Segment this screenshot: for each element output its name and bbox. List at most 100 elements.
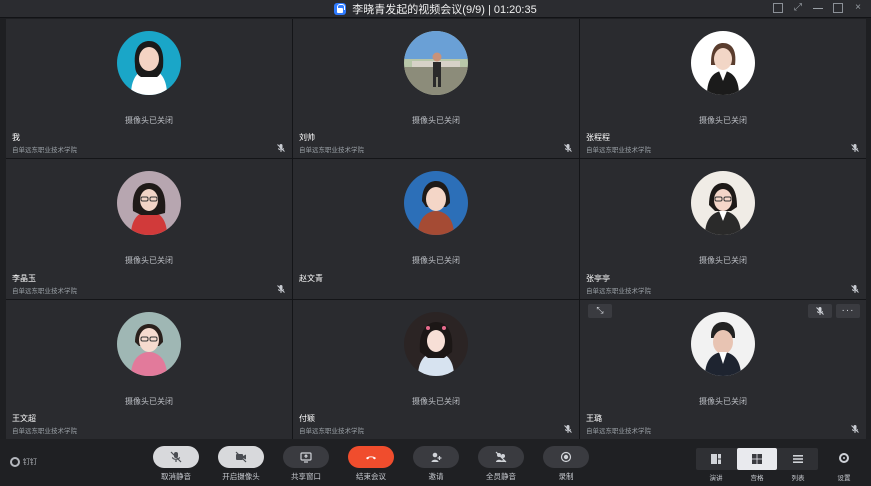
mic-muted-icon [276,284,286,294]
participant-tile[interactable]: 摄像头已关闭 付颖 自单远东职业技术学院 [293,299,579,439]
camera-off-status: 摄像头已关闭 [125,116,173,125]
layout-switcher [696,448,818,470]
mic-muted-icon [850,284,860,294]
end-meeting-button[interactable]: 结束会议 [348,446,394,484]
tile-more-button[interactable]: ··· [836,303,860,318]
mic-muted-icon [276,143,286,153]
camera-off-status: 摄像头已关闭 [412,116,460,125]
participant-tile[interactable]: 摄像头已关闭 张亭亭 自单远东职业技术学院 [580,159,866,299]
grid-view-icon [752,454,762,464]
camera-off-status: 摄像头已关闭 [125,396,173,406]
mute-all-label: 全员静音 [486,472,516,481]
end-meeting-label: 结束会议 [356,472,386,481]
record-label: 录制 [558,472,574,481]
brand: 钉钉 [10,457,37,467]
avatar [691,311,755,376]
settings-label: 设置 [837,475,851,482]
maximize-icon[interactable] [833,3,843,13]
participant-grid: 摄像头已关闭 我 自单远东职业技术学院 摄像头已关闭 刘帅 自单远东职业技术学院 [6,19,866,439]
fullscreen-icon[interactable]: ⤢ [793,3,803,13]
add-user-icon [431,452,442,462]
view-grid-button[interactable] [737,448,777,470]
participant-name: 张程程 [586,133,610,143]
speaker-view-icon [711,454,721,464]
invite-pill [413,446,459,468]
participant-org: 自单远东职业技术学院 [586,147,651,155]
view-grid-label: 宫格 [750,475,764,482]
participant-tile[interactable]: 摄像头已关闭 李晶玉 自单远东职业技术学院 [6,159,292,299]
record-pill [543,446,589,468]
participant-org: 自单远东职业技术学院 [12,287,77,295]
tile-tools: ··· [808,303,860,318]
title-bar: 李晓青发起的视频会议(9/9) | 01:20:35 ⤢ × [0,0,871,18]
gear-icon [839,453,849,463]
participant-name: 刘帅 [299,133,315,143]
share-window-button[interactable]: 共享窗口 [283,446,329,484]
camera-off-status: 摄像头已关闭 [699,396,747,406]
participant-org: 自单远东职业技术学院 [299,147,364,155]
avatar [404,31,468,95]
camera-off-status: 摄像头已关闭 [412,256,460,266]
dingtalk-logo-icon [10,457,20,467]
unmute-label: 取消静音 [161,472,191,481]
start-camera-button[interactable]: 开启摄像头 [218,446,264,484]
share-pill [283,446,329,468]
tile-expand-button[interactable]: ⤡ [588,303,612,318]
meeting-toolbar: 钉钉 取消静音 开启摄像头 共享窗口 结束会议 邀请 全员静音 录制 演讲 宫格… [0,439,871,486]
mic-muted-icon [563,424,573,434]
avatar [691,171,755,236]
avatar [404,171,468,236]
avatar [691,31,755,95]
participant-name: 李晶玉 [12,273,36,283]
start-camera-label: 开启摄像头 [222,472,260,481]
mute-all-pill [478,446,524,468]
lock-icon [334,3,347,15]
record-icon [560,451,572,463]
expand-icon: ⤡ [596,305,604,316]
list-view-icon [793,455,803,463]
participant-org: 自单远东职业技术学院 [586,287,651,295]
window-controls: ⤢ × [773,3,863,13]
participant-name: 王文超 [12,413,36,423]
view-speaker-label: 演讲 [709,475,723,482]
avatar [404,311,468,376]
camera-off-status: 摄像头已关闭 [125,256,173,266]
tile-mic-button[interactable] [808,303,832,318]
more-icon: ··· [841,304,855,316]
participant-name: 张亭亭 [586,273,610,283]
share-window-label: 共享窗口 [291,472,321,481]
record-button[interactable]: 录制 [543,446,589,484]
minimize-icon[interactable] [813,3,823,13]
window-title: 李晓青发起的视频会议(9/9) | 01:20:35 [352,4,537,16]
invite-button[interactable]: 邀请 [413,446,459,484]
mic-muted-icon [170,451,182,463]
participant-tile[interactable]: ⤡ ··· 摄像头已关闭 王璐 自单远东职业技术学院 [580,299,866,439]
mic-muted-icon [850,143,860,153]
participant-tile[interactable]: 摄像头已关闭 刘帅 自单远东职业技术学院 [293,19,579,159]
participant-name: 付颖 [299,413,315,423]
camera-off-icon [235,451,247,463]
settings-button[interactable]: 设置 [834,453,854,483]
unmute-button[interactable]: 取消静音 [153,446,199,484]
participant-tile[interactable]: 摄像头已关闭 我 自单远东职业技术学院 [6,19,292,159]
participant-tile[interactable]: 摄像头已关闭 王文超 自单远东职业技术学院 [6,299,292,439]
participant-tile[interactable]: 摄像头已关闭 张程程 自单远东职业技术学院 [580,19,866,159]
mute-all-button[interactable]: 全员静音 [478,446,524,484]
avatar [117,171,181,236]
camera-off-status: 摄像头已关闭 [412,396,460,406]
camera-pill [218,446,264,468]
unmute-pill [153,446,199,468]
end-meeting-pill [348,446,394,468]
hang-up-icon [366,456,376,460]
participant-org: 自单远东职业技术学院 [12,427,77,435]
participant-tile[interactable]: 摄像头已关闭 赵文青 [293,159,579,299]
invite-label: 邀请 [428,472,444,481]
view-list-button[interactable] [778,448,818,470]
pin-icon[interactable] [773,3,783,13]
avatar [117,311,181,376]
participant-org: 自单远东职业技术学院 [299,427,364,435]
camera-off-status: 摄像头已关闭 [699,116,747,125]
close-icon[interactable]: × [853,3,863,13]
view-speaker-button[interactable] [696,448,736,470]
view-list-label: 列表 [791,475,805,482]
